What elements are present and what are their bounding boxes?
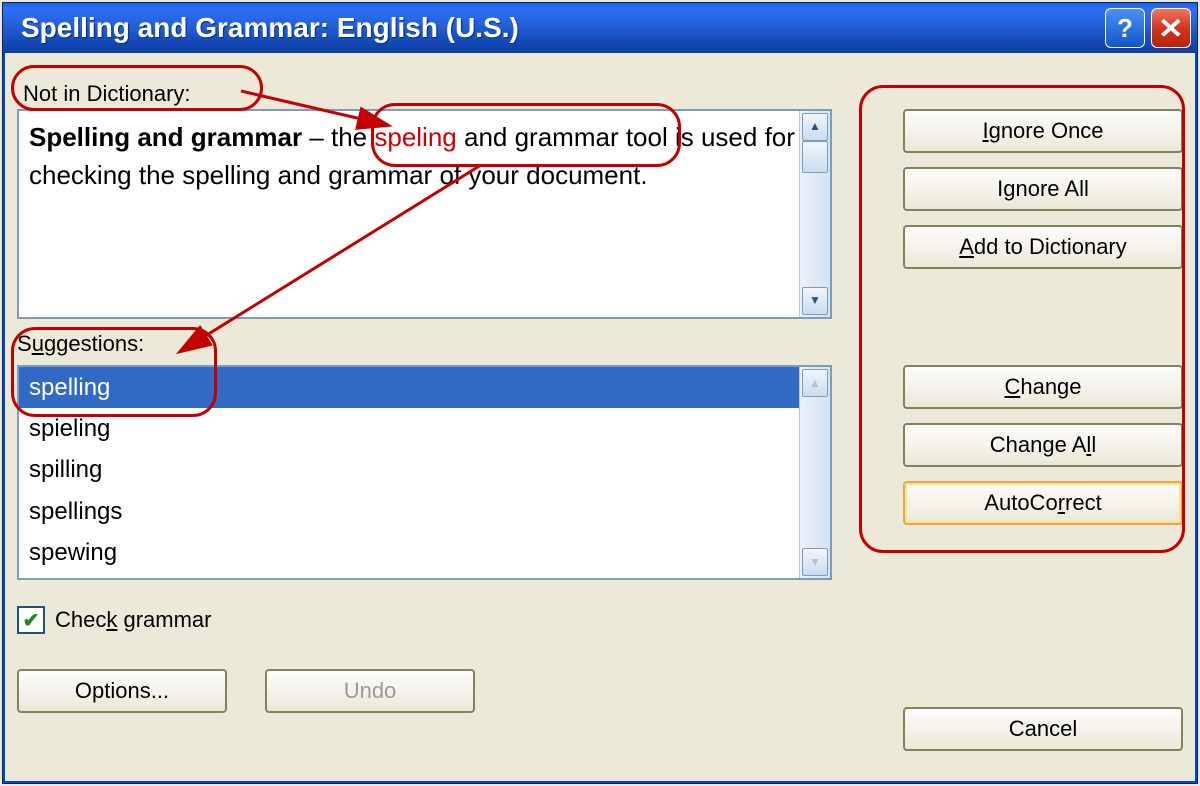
scroll-thumb[interactable] [802, 141, 828, 173]
ignore-all-label: Ignore All [997, 176, 1089, 202]
scroll-up-icon[interactable]: ▲ [802, 113, 828, 141]
autocorrect-label: AutoCorrect [984, 490, 1101, 516]
checkbox-mark: ✔ [17, 606, 45, 634]
sentence-sep: – the [302, 122, 374, 152]
autocorrect-button[interactable]: AutoCorrect [903, 481, 1183, 525]
list-item[interactable]: spilling [19, 449, 830, 490]
titlebar: Spelling and Grammar: English (U.S.) ? ✕ [3, 3, 1197, 53]
close-icon: ✕ [1158, 12, 1184, 45]
list-item[interactable]: spelling [19, 367, 830, 408]
check-grammar-checkbox[interactable]: ✔ Check grammar [17, 606, 211, 634]
ignore-once-button[interactable]: Ignore Once [903, 109, 1183, 153]
scroll-down-icon[interactable]: ▼ [802, 287, 828, 315]
add-to-dictionary-button[interactable]: Add to Dictionary [903, 225, 1183, 269]
check-grammar-label: Check grammar [55, 607, 211, 633]
dialog-body: Not in Dictionary: Spelling and grammar … [11, 61, 1189, 777]
ignore-all-button[interactable]: Ignore All [903, 167, 1183, 211]
undo-button: Undo [265, 669, 475, 713]
help-button[interactable]: ? [1105, 8, 1145, 48]
list-item[interactable]: spellings [19, 491, 830, 532]
options-button[interactable]: Options... [17, 669, 227, 713]
listbox-scrollbar[interactable]: ▲ ▼ [799, 367, 830, 578]
help-icon: ? [1117, 13, 1133, 44]
list-item[interactable]: spieling [19, 408, 830, 449]
cancel-button[interactable]: Cancel [903, 707, 1183, 751]
misspelled-word: speling [374, 122, 456, 152]
suggestions-listbox[interactable]: spelling spieling spilling spellings spe… [17, 365, 832, 580]
window-title: Spelling and Grammar: English (U.S.) [21, 12, 1099, 44]
suggestions-label: Suggestions: [17, 331, 144, 357]
not-in-dictionary-textbox[interactable]: Spelling and grammar – the speling and g… [17, 109, 832, 319]
add-to-dictionary-label: Add to Dictionary [959, 234, 1127, 260]
undo-label: Undo [344, 678, 397, 704]
not-in-dictionary-text: Not in Dictionary: [23, 81, 191, 106]
dialog-window: Spelling and Grammar: English (U.S.) ? ✕… [2, 2, 1198, 784]
options-label: Options... [75, 678, 169, 704]
suggestions-text: Suggestions: [17, 331, 144, 356]
not-in-dictionary-label: Not in Dictionary: [23, 81, 191, 107]
ignore-once-label: Ignore Once [982, 118, 1103, 144]
change-label: Change [1004, 374, 1081, 400]
cancel-label: Cancel [1009, 716, 1077, 742]
textbox-scrollbar[interactable]: ▲ ▼ [799, 111, 830, 317]
list-item[interactable]: spewing [19, 532, 830, 573]
change-all-button[interactable]: Change All [903, 423, 1183, 467]
sentence-bold: Spelling and grammar [29, 122, 302, 152]
scroll-up-icon[interactable]: ▲ [802, 369, 828, 397]
scroll-down-icon[interactable]: ▼ [802, 548, 828, 576]
close-button[interactable]: ✕ [1151, 8, 1191, 48]
change-button[interactable]: Change [903, 365, 1183, 409]
change-all-label: Change All [990, 432, 1096, 458]
